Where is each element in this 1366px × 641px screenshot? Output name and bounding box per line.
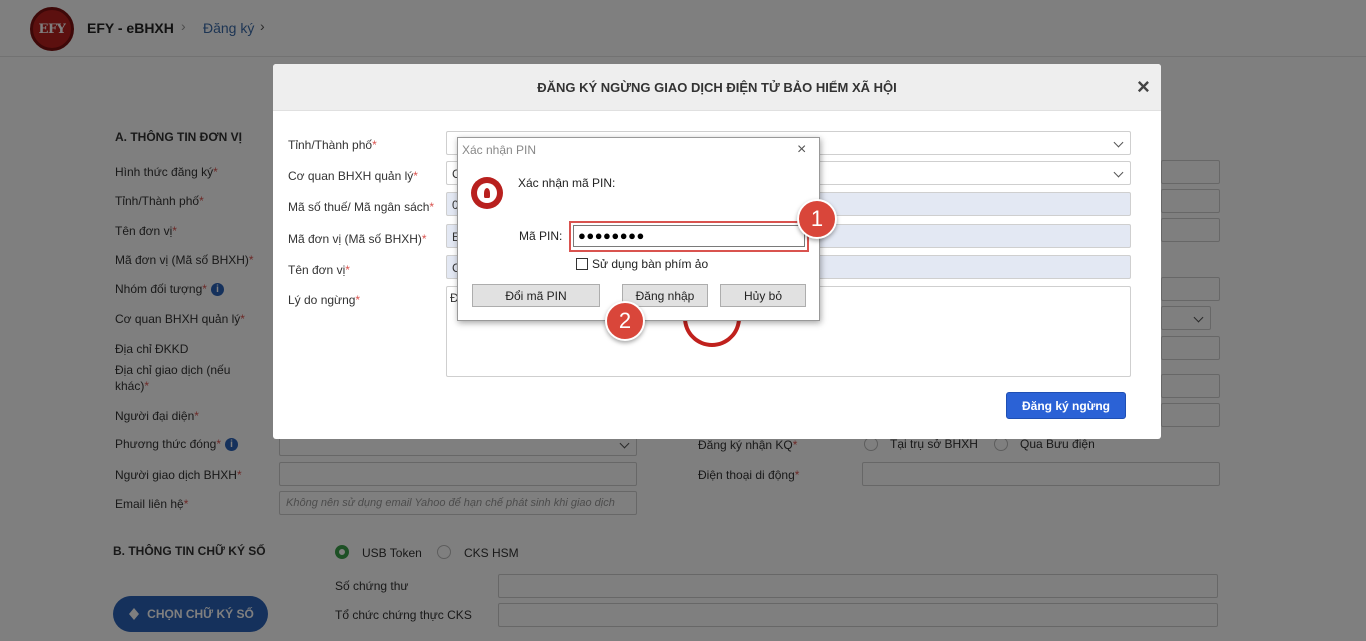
dang-ky-ngung-button[interactable]: Đăng ký ngừng [1006,392,1126,419]
modal-label-ly-do: Lý do ngừng* [288,293,361,307]
close-icon[interactable]: × [1137,76,1150,98]
cancel-button[interactable]: Hủy bỏ [720,284,806,307]
modal-header: ĐĂNG KÝ NGỪNG GIAO DỊCH ĐIỆN TỬ BẢO HIỂM… [273,64,1161,111]
step-1-badge: 1 [797,199,837,239]
pin-input-highlight [569,221,809,252]
modal-title: ĐĂNG KÝ NGỪNG GIAO DỊCH ĐIỆN TỬ BẢO HIỂM… [537,80,897,95]
pin-dialog-title: Xác nhận PIN [462,143,537,157]
modal-label-ten-dv: Tên đơn vị* [288,263,350,277]
modal-label-ma-dv: Mã đơn vị (Mã số BHXH)* [288,232,427,246]
pin-prompt: Xác nhận mã PIN: [518,176,616,190]
modal-label-mst: Mã số thuế/ Mã ngân sách* [288,200,435,214]
modal-label-tinh: Tỉnh/Thành phố* [288,138,377,152]
virtual-keyboard-checkbox[interactable] [576,258,588,270]
virtual-keyboard-label: Sử dụng bàn phím ảo [592,257,709,271]
modal-label-co-quan: Cơ quan BHXH quản lý* [288,169,418,183]
chevron-down-icon [1113,137,1124,148]
pin-dialog: Xác nhận PIN × Xác nhận mã PIN: Mã PIN: … [457,137,820,321]
token-logo-icon [471,177,503,209]
close-icon[interactable]: × [797,141,806,159]
chevron-down-icon [1113,167,1124,178]
change-pin-button[interactable]: Đổi mã PIN [472,284,600,307]
pin-label: Mã PIN: [519,229,563,243]
step-2-badge: 2 [605,301,645,341]
